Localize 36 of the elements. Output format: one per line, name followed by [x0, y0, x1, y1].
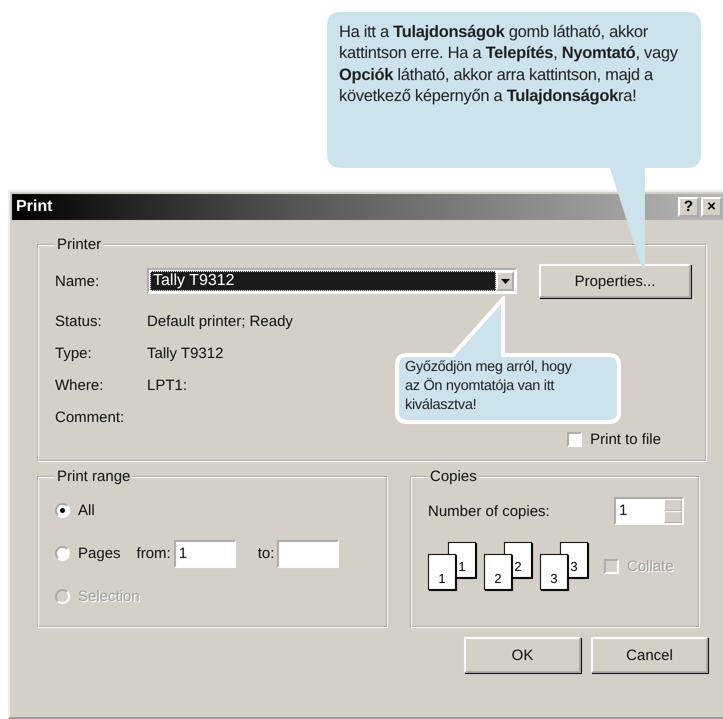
group-legend: Print range [55, 468, 132, 485]
help-button[interactable]: ? [678, 197, 699, 217]
radio-label: All [78, 502, 95, 519]
cancel-button[interactable]: Cancel [591, 637, 708, 673]
print-to-file-checkbox[interactable] [567, 432, 582, 446]
ok-button[interactable]: OK [464, 637, 581, 673]
callout-text: Győződjön meg arról, hogy az Ön nyomtatója van itt kiválasztva! [405, 358, 573, 415]
properties-button[interactable]: Properties... [539, 264, 691, 298]
field-label: to: [258, 545, 274, 562]
close-button[interactable]: × [701, 197, 722, 217]
field-label: from: [136, 545, 171, 562]
copies-spinbox[interactable]: 1 [614, 497, 684, 525]
field-label: Where: [55, 376, 104, 394]
group-legend: Copies [428, 468, 479, 485]
radio-button[interactable] [55, 546, 70, 561]
field-label: Name: [55, 272, 100, 290]
printer-dropdown[interactable]: Tally T9312 [147, 268, 517, 294]
from-page-field[interactable]: 1 [174, 540, 236, 568]
field-label: Type: [55, 344, 93, 362]
callout-text: Ha itt a Tulajdonságok gomb látható, akkor kattintson erre. Ha a Telepítés, Nyomtató, vagy Opciók látható, akkor arra kattintson, majd a következő képernyőn a Tulajdonságokra! [339, 22, 679, 108]
dropdown-arrow-icon [500, 278, 510, 284]
window-title: Print [16, 198, 54, 216]
page-sheet: 1 [428, 554, 456, 590]
field-value: LPT1: [147, 376, 188, 394]
page-sheet: 3 [540, 554, 568, 590]
group-legend: Printer [55, 236, 104, 253]
page-sheet: 2 [484, 554, 512, 590]
to-page-field[interactable] [277, 540, 340, 568]
radio-button[interactable] [55, 503, 70, 518]
field-label: Status: [55, 312, 103, 330]
radio-label: Pages [78, 545, 121, 562]
field-value: Default printer; Ready [147, 312, 293, 330]
field-value: Tally T9312 [147, 344, 224, 362]
field-label: Number of copies: [428, 502, 550, 520]
checkbox-label: Print to file [590, 430, 661, 448]
field-label: Comment: [55, 408, 126, 426]
